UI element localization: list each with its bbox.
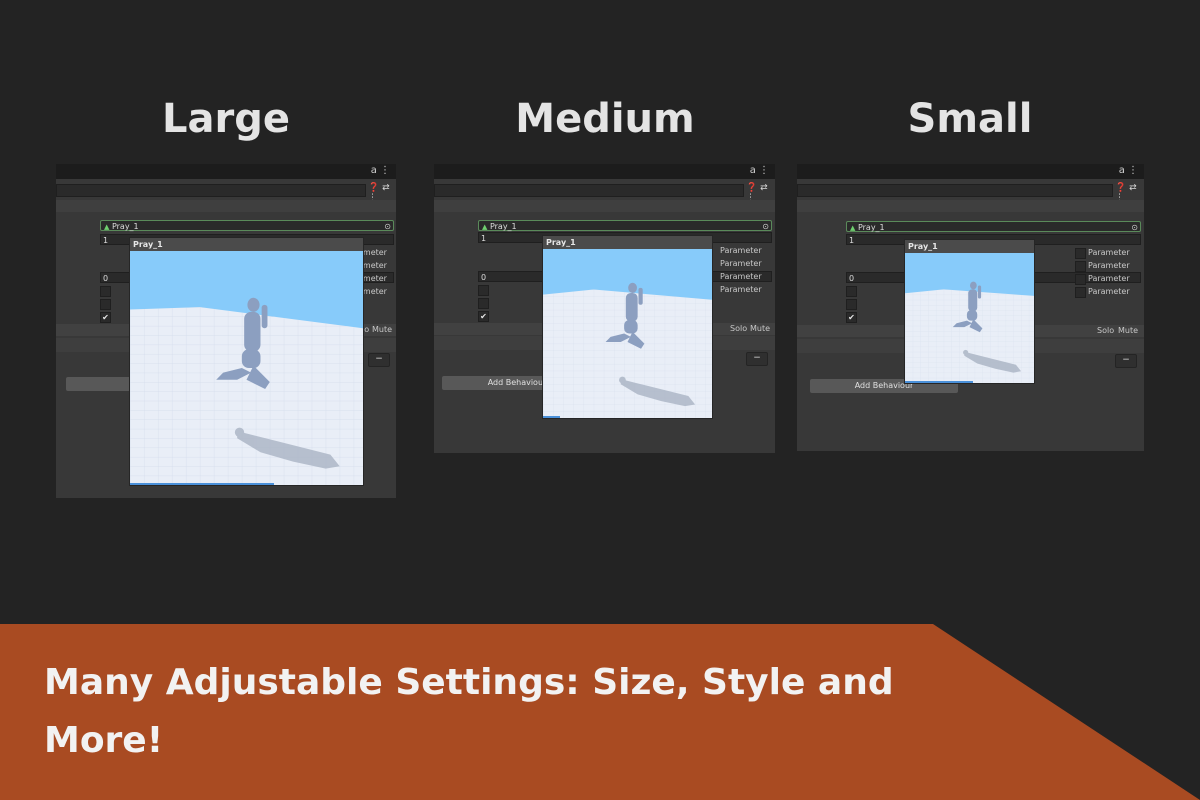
preview-viewport <box>905 253 1034 383</box>
target-picker-icon[interactable]: ⊙ <box>1131 222 1138 233</box>
preview-popup-small: Pray_1 <box>904 239 1035 384</box>
target-picker-icon[interactable]: ⊙ <box>384 221 391 232</box>
banner-headline: Many Adjustable Settings: Size, Style an… <box>44 662 894 761</box>
tab-bar: a ⋮ <box>56 164 396 179</box>
parameter-label-1: Parameter <box>1088 248 1130 257</box>
clip-object-field[interactable]: ▲ Pray_1 ⊙ <box>478 220 772 231</box>
mute-label[interactable]: Mute <box>750 324 770 333</box>
tab-bar: a ⋮ <box>434 164 775 179</box>
checkbox-3[interactable]: ✔ <box>478 311 489 322</box>
checkbox-3[interactable]: ✔ <box>100 312 111 323</box>
parameter-checkbox-1[interactable] <box>1075 248 1086 259</box>
solo-label[interactable]: Solo <box>1097 326 1114 335</box>
heading-large: Large <box>162 96 290 142</box>
checkbox-1[interactable] <box>100 286 111 297</box>
preview-scene <box>905 253 1034 383</box>
preview-title: Pray_1 <box>133 240 163 249</box>
checkbox-2[interactable] <box>478 298 489 309</box>
parameter-checkbox-4[interactable] <box>1075 287 1086 298</box>
preview-progress <box>130 483 275 485</box>
parameter-label-4: Parameter <box>1088 287 1130 296</box>
heading-medium: Medium <box>515 96 695 142</box>
remove-button[interactable]: − <box>1115 354 1137 368</box>
preview-title: Pray_1 <box>546 238 576 247</box>
header-strip <box>797 200 1144 212</box>
parameter-checkbox-2[interactable] <box>1075 261 1086 272</box>
clip-icon: ▲ <box>482 223 488 231</box>
remove-button[interactable]: − <box>368 353 390 367</box>
tab-menu-icons[interactable]: a ⋮ <box>750 165 769 176</box>
preview-scene <box>543 249 712 418</box>
tab-menu-icons[interactable]: a ⋮ <box>371 165 390 176</box>
preview-viewport <box>130 251 363 485</box>
clip-icon: ▲ <box>104 223 110 231</box>
preview-progress <box>905 381 974 383</box>
header-field[interactable] <box>434 184 744 197</box>
solo-label[interactable]: Solo <box>730 324 747 333</box>
preview-popup-medium: Pray_1 <box>542 235 713 419</box>
preview-popup-large: Pray_1 <box>129 237 364 486</box>
parameter-label-2: Parameter <box>1088 261 1130 270</box>
target-picker-icon[interactable]: ⊙ <box>762 221 769 232</box>
tab-menu-icons[interactable]: a ⋮ <box>1119 165 1138 176</box>
parameter-label-3: Parameter <box>1088 274 1130 283</box>
clip-icon: ▲ <box>850 224 856 232</box>
mute-label[interactable]: Mute <box>1118 326 1138 335</box>
parameter-label-4: Parameter <box>720 285 762 294</box>
parameter-label-3: Parameter <box>720 272 762 281</box>
clip-field-label: Pray_1 <box>489 222 517 231</box>
parameter-label-1: Parameter <box>720 246 762 255</box>
parameter-checkbox-3[interactable] <box>1075 274 1086 285</box>
header-field[interactable] <box>797 184 1113 197</box>
mute-label[interactable]: Mute <box>372 325 392 334</box>
clip-field-label: Pray_1 <box>857 223 885 232</box>
checkbox-2[interactable] <box>846 299 857 310</box>
header-strip <box>434 200 775 212</box>
header-strip <box>56 200 396 212</box>
header-field[interactable] <box>56 184 366 197</box>
clip-field-label: Pray_1 <box>111 222 139 231</box>
preview-scene <box>130 251 363 485</box>
remove-button[interactable]: − <box>746 352 768 366</box>
preview-viewport <box>543 249 712 418</box>
preview-progress <box>543 416 560 418</box>
clip-object-field[interactable]: ▲ Pray_1 ⊙ <box>100 220 394 231</box>
checkbox-3[interactable]: ✔ <box>846 312 857 323</box>
heading-small: Small <box>907 96 1033 142</box>
tab-bar: a ⋮ <box>797 164 1144 179</box>
parameter-label-2: Parameter <box>720 259 762 268</box>
preview-title: Pray_1 <box>908 242 938 251</box>
checkbox-1[interactable] <box>846 286 857 297</box>
clip-object-field[interactable]: ▲ Pray_1 ⊙ <box>846 221 1141 232</box>
checkbox-1[interactable] <box>478 285 489 296</box>
checkbox-2[interactable] <box>100 299 111 310</box>
